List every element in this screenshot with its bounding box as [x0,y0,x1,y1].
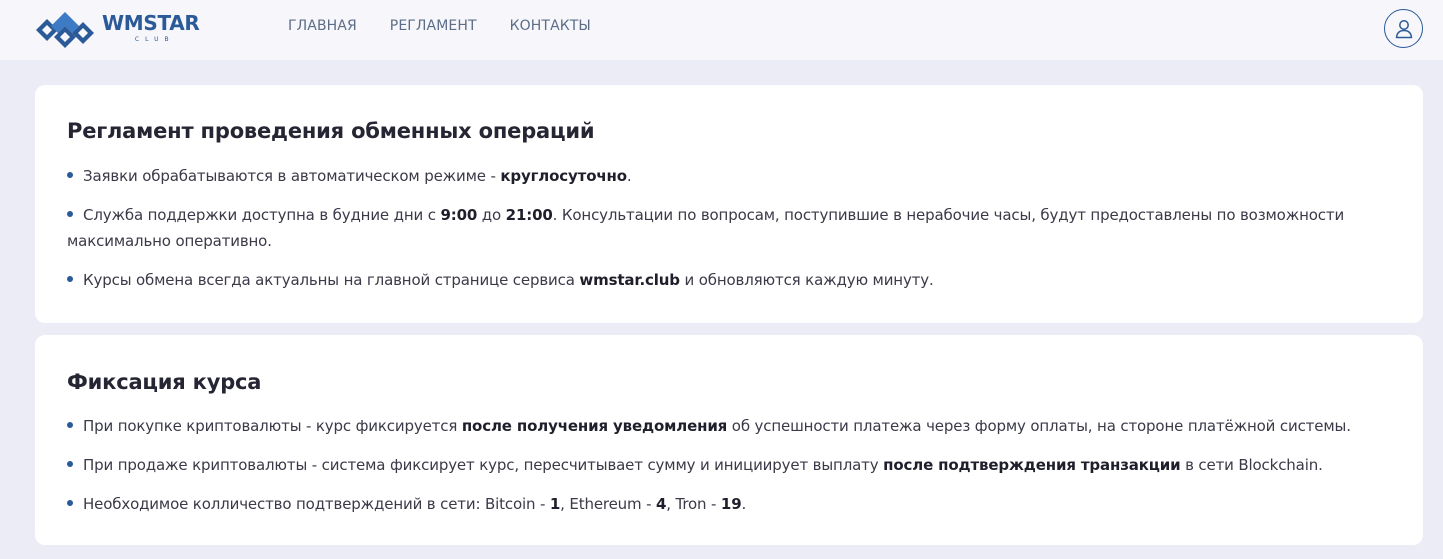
list-item: Заявки обрабатываются в автоматическом р… [67,163,1399,189]
logo[interactable]: WMSTAR CLUB [34,6,200,50]
list-item: Необходимое колличество подтверждений в … [67,491,1399,517]
rate-fixing-card: Фиксация курса При покупке криптовалюты … [35,335,1423,545]
section-title: Регламент проведения обменных операций [67,119,595,143]
logo-icon [36,12,94,48]
rules-list: При покупке криптовалюты - курс фиксируе… [67,413,1399,530]
section-title: Фиксация курса [67,370,262,394]
list-item: Курсы обмена всегда актуальны на главной… [67,267,1399,293]
user-account-button[interactable] [1384,9,1423,48]
logo-name: WMSTAR [102,11,200,35]
logo-subtitle: CLUB [134,36,175,43]
nav-contacts[interactable]: КОНТАКТЫ [510,18,591,34]
nav-rules[interactable]: РЕГЛАМЕНТ [390,18,477,34]
site-header: WMSTAR CLUB ГЛАВНАЯ РЕГЛАМЕНТ КОНТАКТЫ [0,0,1443,60]
main-nav: ГЛАВНАЯ РЕГЛАМЕНТ КОНТАКТЫ [288,18,624,34]
list-item: При продаже криптовалюты - система фикси… [67,452,1399,478]
user-icon [1395,19,1412,38]
rules-card: Регламент проведения обменных операций З… [35,85,1423,323]
list-item: При покупке криптовалюты - курс фиксируе… [67,413,1399,439]
rules-list: Заявки обрабатываются в автоматическом р… [67,163,1399,306]
nav-home[interactable]: ГЛАВНАЯ [288,18,357,34]
list-item: Служба поддержки доступна в будние дни с… [67,202,1399,254]
